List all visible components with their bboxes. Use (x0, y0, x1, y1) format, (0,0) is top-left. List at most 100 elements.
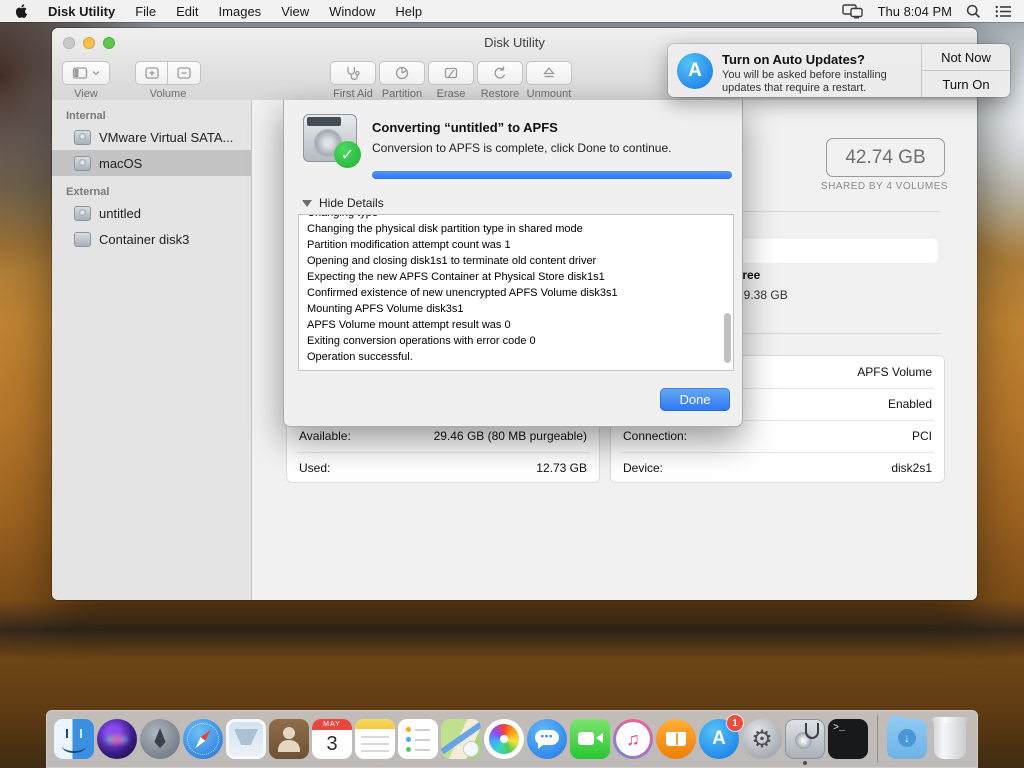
apfs-conversion-dialog: ✓ Converting “untitled” to APFS Conversi… (283, 100, 743, 427)
sidebar-item-label: macOS (99, 156, 142, 171)
sidebar-item-container-disk3[interactable]: Container disk3 (52, 226, 251, 252)
dock-notes-icon[interactable] (355, 719, 395, 759)
available-label: Available: (299, 429, 351, 443)
dock-safari-icon[interactable] (183, 719, 223, 759)
sidebar-item-label: VMware Virtual SATA... (99, 130, 233, 145)
notification-title: Turn on Auto Updates? (722, 52, 921, 67)
sidebar-item-vmware-virtual-sata[interactable]: VMware Virtual SATA... (52, 124, 251, 150)
log-line: APFS Volume mount attempt result was 0 (307, 317, 725, 333)
hide-details-label: Hide Details (319, 196, 384, 210)
dock-mail-icon[interactable] (226, 719, 266, 759)
notification-center-icon[interactable] (995, 5, 1012, 18)
not-now-button[interactable]: Not Now (922, 44, 1010, 71)
log-line: Expecting the new APFS Container at Phys… (307, 269, 725, 285)
dock-facetime-icon[interactable] (570, 719, 610, 759)
search-icon[interactable] (966, 4, 981, 19)
app-store-icon: A (677, 53, 713, 89)
view-button[interactable] (62, 61, 110, 85)
first-aid-button[interactable] (330, 61, 376, 85)
add-volume-button[interactable] (135, 61, 168, 85)
hard-disk-icon: ✓ (301, 112, 359, 166)
disk-icon (74, 156, 91, 171)
volume-toolbar-group: Volume (135, 61, 201, 100)
dock-siri-icon[interactable] (97, 719, 137, 759)
menu-file[interactable]: File (135, 4, 156, 19)
remove-volume-button[interactable] (168, 61, 201, 85)
disk-icon (74, 206, 91, 221)
log-line: Exiting conversion operations with error… (307, 333, 725, 349)
dock-itunes-icon[interactable]: ♫ (613, 719, 653, 759)
turn-on-button[interactable]: Turn On (922, 71, 1010, 97)
dock-contacts-icon[interactable] (269, 719, 309, 759)
partition-pie-icon (394, 65, 410, 81)
used-value: 12.73 GB (536, 461, 587, 475)
menu-view[interactable]: View (281, 4, 309, 19)
view-toolbar-group: View (62, 61, 110, 100)
displays-menu-icon[interactable] (842, 4, 864, 19)
dock-trash-icon[interactable] (934, 719, 966, 759)
notification-text: Turn on Auto Updates? You will be asked … (722, 44, 921, 97)
apple-menu[interactable] (14, 3, 28, 19)
erase-button[interactable] (428, 61, 474, 85)
sidebar-item-macos[interactable]: macOS (52, 150, 251, 176)
eject-icon (541, 65, 557, 81)
disk-icon (74, 130, 91, 145)
stethoscope-icon (344, 65, 362, 81)
sidebar-item-label: untitled (99, 206, 141, 221)
erase-icon (443, 65, 459, 81)
conversion-log[interactable]: Changing type Changing the physical disk… (298, 214, 734, 371)
desktop: Disk Utility View (0, 0, 1024, 768)
menu-bar: Disk Utility File Edit Images View Windo… (0, 0, 1024, 22)
scrollbar-thumb[interactable] (724, 313, 731, 363)
auto-updates-notification: A Turn on Auto Updates? You will be aske… (668, 44, 1010, 97)
hide-details-disclosure[interactable]: Hide Details (302, 196, 384, 210)
dialog-subtitle: Conversion to APFS is complete, click Do… (372, 141, 671, 155)
used-label: Used: (299, 461, 330, 475)
app-store-letter: A (712, 728, 726, 750)
notification-buttons: Not Now Turn On (921, 44, 1010, 97)
volume-size: 42.74 GB (845, 147, 925, 169)
menu-app-name[interactable]: Disk Utility (48, 4, 115, 19)
restore-button[interactable] (477, 61, 523, 85)
menu-help[interactable]: Help (395, 4, 422, 19)
menu-clock[interactable]: Thu 8:04 PM (878, 4, 952, 19)
dock-finder-icon[interactable] (54, 719, 94, 759)
sidebar-item-label: Container disk3 (99, 232, 189, 247)
done-button[interactable]: Done (660, 388, 730, 411)
apple-logo-icon (14, 3, 28, 19)
menu-images[interactable]: Images (219, 4, 262, 19)
running-indicator (803, 761, 807, 765)
dock-divider (877, 715, 878, 763)
book-icon (666, 732, 686, 746)
sidebar: Internal VMware Virtual SATA... macOS Ex… (52, 100, 252, 600)
free-legend-value: 29.38 GB (737, 288, 788, 302)
sidebar-item-untitled[interactable]: untitled (52, 200, 251, 226)
restore-label: Restore (477, 88, 523, 100)
message-bubble-icon: ••• (535, 730, 559, 745)
available-value: 29.46 GB (80 MB purgeable) (434, 429, 587, 443)
menu-window[interactable]: Window (329, 4, 375, 19)
dock-messages-icon[interactable]: ••• (527, 719, 567, 759)
dock-calendar-icon[interactable]: MAY 3 (312, 719, 352, 759)
dock-maps-icon[interactable] (441, 719, 481, 759)
dock-terminal-icon[interactable]: >_ (828, 719, 868, 759)
remove-volume-icon (176, 65, 192, 81)
prompt-glyph: >_ (833, 723, 845, 734)
device-value: disk2s1 (891, 461, 932, 475)
progress-bar (372, 171, 732, 179)
dock-downloads-icon[interactable]: ↓ (887, 719, 927, 759)
dock: MAY 3 ••• ♫ A 1 ⚙ >_ ↓ (46, 710, 978, 768)
menu-edit[interactable]: Edit (176, 4, 198, 19)
dock-system-preferences-icon[interactable]: ⚙ (742, 719, 782, 759)
download-arrow-icon: ↓ (898, 729, 916, 747)
dock-app-store-icon[interactable]: A 1 (699, 719, 739, 759)
log-line: Operation successful. (307, 349, 725, 365)
shared-by-label: SHARED BY 4 VOLUMES (794, 181, 975, 192)
dock-ibooks-icon[interactable] (656, 719, 696, 759)
dock-launchpad-icon[interactable] (140, 719, 180, 759)
dock-disk-utility-icon[interactable] (785, 719, 825, 759)
unmount-button[interactable] (526, 61, 572, 85)
dock-reminders-icon[interactable] (398, 719, 438, 759)
partition-button[interactable] (379, 61, 425, 85)
dock-photos-icon[interactable] (484, 719, 524, 759)
